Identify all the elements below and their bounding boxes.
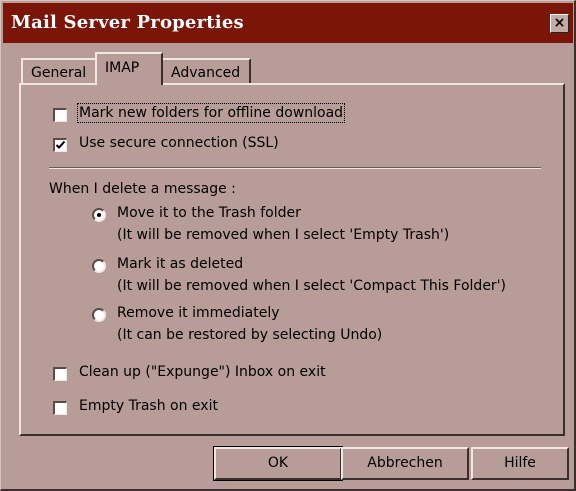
- radio-selected-dot: [97, 213, 101, 217]
- cleanup-inbox-label[interactable]: Clean up ("Expunge") Inbox on exit: [79, 364, 326, 380]
- separator: [49, 167, 541, 169]
- mark-deleted-note: (It will be removed when I select 'Compa…: [117, 278, 506, 294]
- move-to-trash-radio[interactable]: [92, 208, 106, 222]
- secure-connection-label[interactable]: Use secure connection (SSL): [79, 135, 279, 151]
- cleanup-inbox-checkbox[interactable]: [53, 367, 67, 381]
- remove-immediately-label[interactable]: Remove it immediately: [117, 305, 280, 321]
- tab-general-label: General: [31, 65, 87, 81]
- empty-trash-checkbox[interactable]: [53, 401, 67, 415]
- checkmark-icon: [55, 140, 66, 149]
- window-title: Mail Server Properties: [11, 12, 244, 33]
- delete-heading: When I delete a message :: [49, 181, 236, 197]
- offline-download-checkbox[interactable]: [53, 108, 67, 122]
- offline-download-label[interactable]: Mark new folders for offline download: [76, 103, 346, 123]
- dialog-window: Mail Server Properties × General Advance…: [0, 0, 576, 491]
- close-icon: ×: [553, 15, 566, 31]
- remove-immediately-note: (It can be restored by selecting Undo): [117, 327, 383, 343]
- cancel-button[interactable]: Abbrechen: [341, 447, 469, 480]
- remove-immediately-radio[interactable]: [92, 308, 106, 322]
- tab-general[interactable]: General: [21, 58, 97, 84]
- tab-advanced[interactable]: Advanced: [161, 58, 251, 84]
- move-to-trash-label[interactable]: Move it to the Trash folder: [117, 205, 301, 221]
- empty-trash-label[interactable]: Empty Trash on exit: [79, 398, 218, 414]
- tab-imap[interactable]: IMAP: [95, 52, 163, 85]
- secure-connection-checkbox[interactable]: [53, 138, 67, 152]
- mark-deleted-radio[interactable]: [92, 259, 106, 273]
- move-to-trash-note: (It will be removed when I select 'Empty…: [117, 227, 450, 243]
- help-button[interactable]: Hilfe: [471, 447, 569, 480]
- mark-deleted-label[interactable]: Mark it as deleted: [117, 256, 243, 272]
- title-bar[interactable]: Mail Server Properties ×: [3, 3, 573, 43]
- close-button[interactable]: ×: [550, 14, 569, 33]
- ok-button[interactable]: OK: [213, 446, 343, 481]
- tab-imap-label: IMAP: [105, 60, 140, 76]
- tab-advanced-label: Advanced: [171, 65, 241, 81]
